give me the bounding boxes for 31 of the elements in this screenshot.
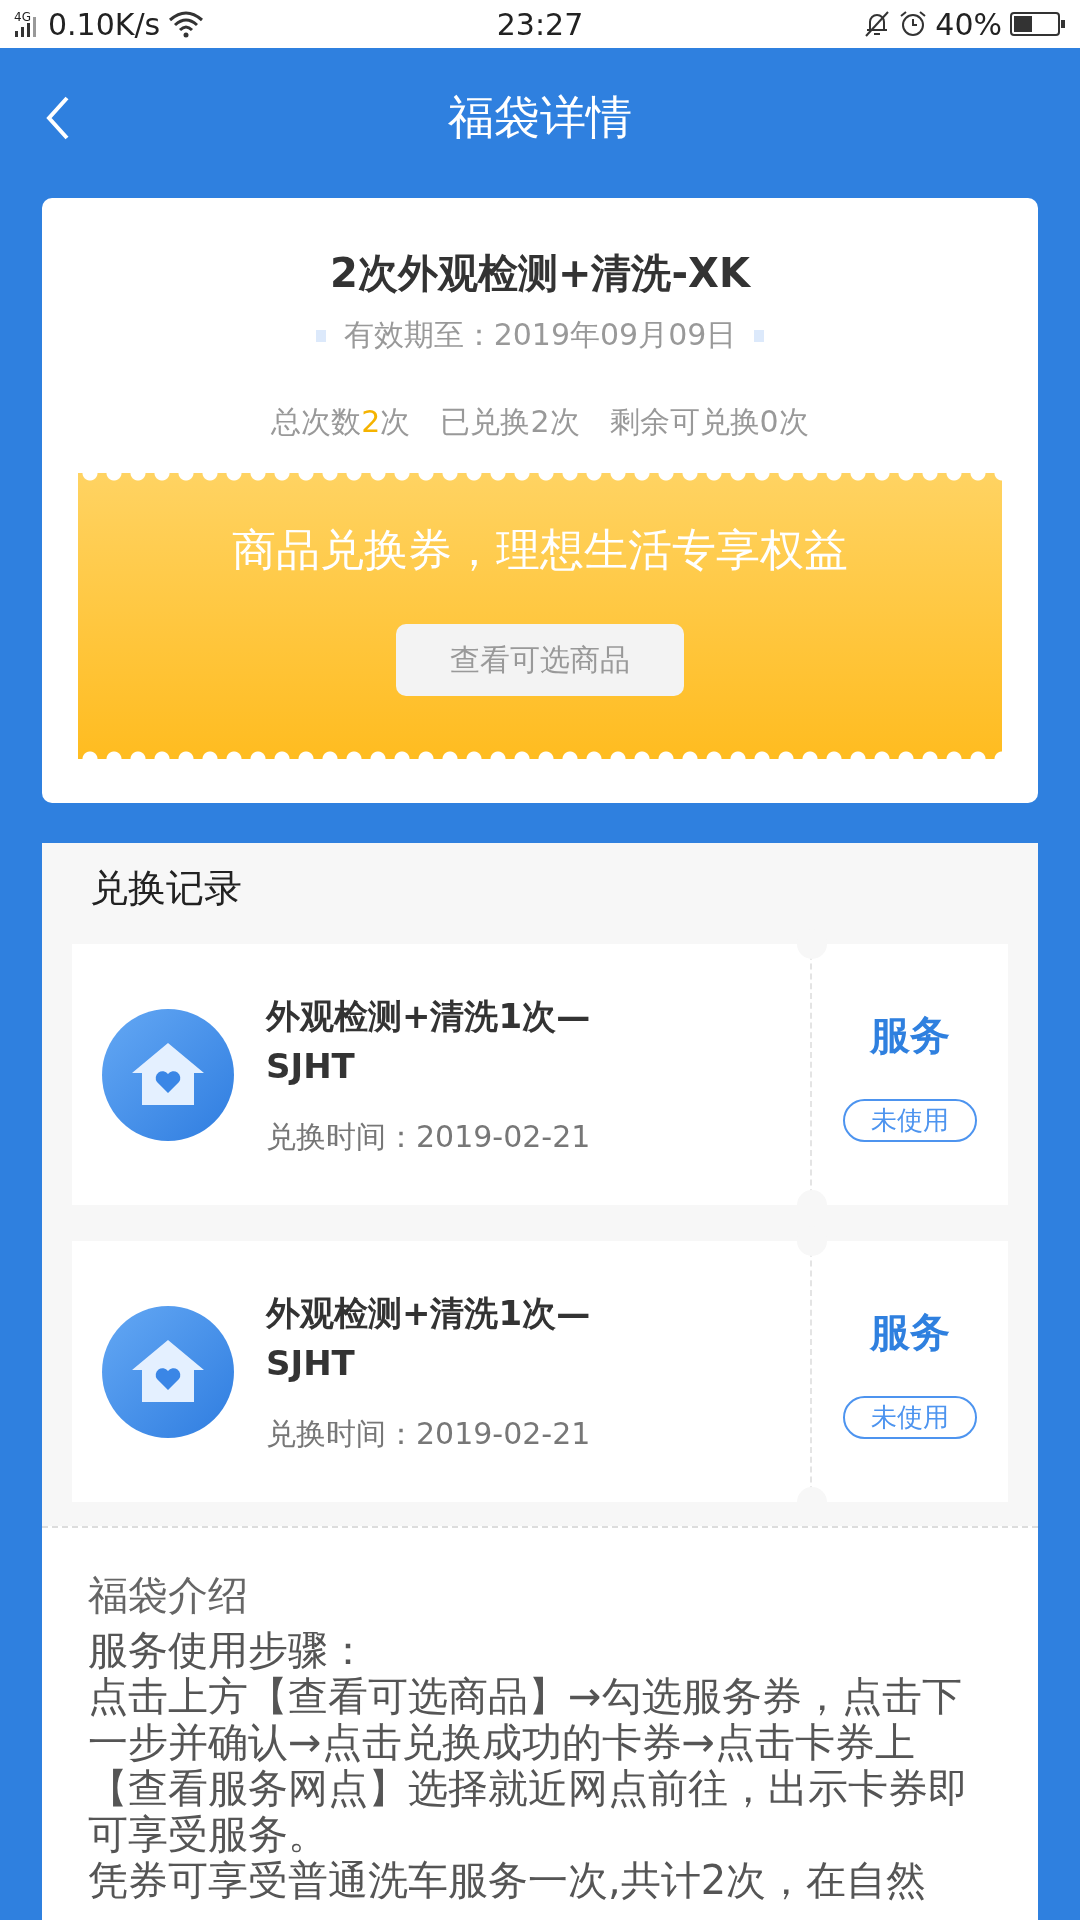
record-time: 兑换时间：2019-02-21 bbox=[266, 1415, 592, 1453]
coupon-slogan: 商品兑换券，理想生活专享权益 bbox=[232, 523, 848, 577]
wifi-icon bbox=[168, 10, 205, 38]
intro-paragraph: 点击上方【查看可选商品】→勾选服务券，点击下一步并确认→点击兑换成功的卡券→点击卡券上【查看服务网点】选择就近网点前往，出示卡券即可享受服务。 bbox=[88, 1673, 969, 1857]
section-title: 兑换记录 bbox=[89, 865, 243, 912]
record-type: 服务 bbox=[870, 1010, 950, 1060]
status-tag: 未使用 bbox=[843, 1098, 977, 1142]
count-text: 已兑换2次 bbox=[440, 403, 580, 441]
back-icon[interactable] bbox=[46, 96, 70, 140]
record-time: 兑换时间：2019-02-21 bbox=[266, 1118, 592, 1156]
bag-title: 2次外观检测+清洗-XK bbox=[330, 249, 750, 298]
section-title: 福袋介绍 bbox=[88, 1571, 249, 1620]
record-type: 服务 bbox=[870, 1307, 950, 1357]
muted-bell-icon bbox=[863, 10, 892, 38]
clock-time: 23:27 bbox=[496, 6, 584, 42]
network-speed: 0.10K/s bbox=[48, 6, 161, 42]
validity-date: 有效期至：2019年09月09日 bbox=[343, 316, 737, 354]
battery-icon bbox=[1010, 11, 1066, 37]
square-mark bbox=[315, 329, 326, 342]
alarm-icon bbox=[899, 10, 928, 38]
square-mark bbox=[754, 329, 765, 342]
battery-percent: 40% bbox=[935, 6, 1002, 42]
count-text: 剩余可兑换0次 bbox=[609, 403, 809, 441]
record-name: 外观检测+清洗1次—SJHT bbox=[266, 995, 592, 1088]
status-tag: 未使用 bbox=[843, 1395, 977, 1439]
intro-paragraph: 凭券可享受普通洗车服务一次,共计2次，在自然 bbox=[88, 1857, 928, 1903]
network-type: 4G bbox=[14, 10, 32, 24]
page-title: 福袋详情 bbox=[448, 89, 632, 146]
intro-paragraph: 服务使用步骤： bbox=[88, 1627, 369, 1673]
record-name: 外观检测+清洗1次—SJHT bbox=[266, 1292, 592, 1385]
count-text: 总次数2次 bbox=[271, 403, 411, 441]
